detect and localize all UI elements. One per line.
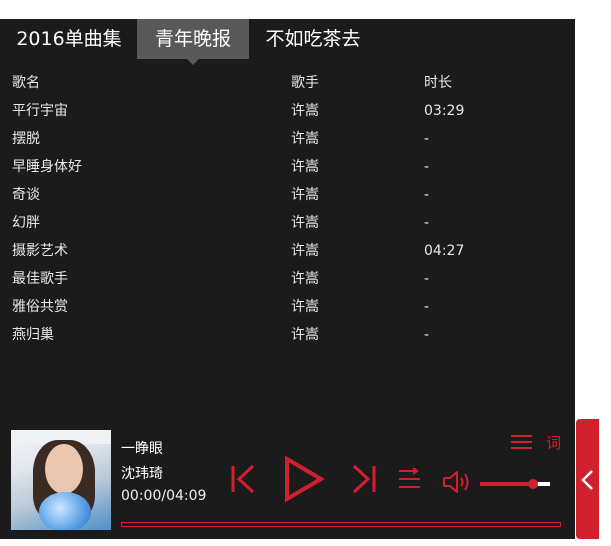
song-artist: 许嵩	[291, 215, 319, 231]
song-artist: 许嵩	[291, 271, 319, 287]
table-row[interactable]: 幻胖 许嵩 -	[0, 209, 575, 237]
song-artist: 许嵩	[291, 299, 319, 315]
playlist-icon[interactable]	[511, 434, 532, 450]
tab-label: 青年晚报	[154, 28, 231, 50]
song-artist: 许嵩	[291, 327, 319, 343]
song-name: 最佳歌手	[12, 271, 68, 287]
song-duration: 04:27	[424, 243, 465, 259]
table-row[interactable]: 平行宇宙 许嵩 03:29	[0, 97, 575, 125]
skip-next-icon[interactable]	[351, 464, 377, 494]
collapse-panel-button[interactable]	[576, 419, 599, 539]
play-mode-icon[interactable]	[398, 468, 422, 490]
table-row[interactable]: 最佳歌手 许嵩 -	[0, 265, 575, 293]
song-duration: 03:29	[424, 103, 465, 119]
tab-qingnian[interactable]: 青年晚报	[137, 19, 249, 65]
track-time: 00:00/04:09	[121, 488, 207, 504]
cover-face	[45, 444, 83, 494]
song-name: 雅俗共赏	[12, 299, 68, 315]
song-artist: 许嵩	[291, 187, 319, 203]
table-row[interactable]: 雅俗共赏 许嵩 -	[0, 293, 575, 321]
skip-previous-icon[interactable]	[230, 464, 256, 494]
header-artist: 歌手	[291, 75, 319, 91]
table-header: 歌名 歌手 时长	[0, 69, 575, 97]
song-duration: -	[424, 327, 430, 343]
progress-bar[interactable]	[121, 522, 561, 527]
tab-label: 2016单曲集	[16, 28, 122, 50]
volume-knob[interactable]	[527, 479, 538, 489]
table-row[interactable]: 早睡身体好 许嵩 -	[0, 153, 575, 181]
song-duration: -	[424, 271, 430, 287]
song-artist: 许嵩	[291, 103, 319, 119]
song-name: 奇谈	[12, 187, 40, 203]
song-duration: -	[424, 187, 430, 203]
play-icon[interactable]	[283, 456, 325, 502]
song-name: 燕归巢	[12, 327, 54, 343]
song-artist: 许嵩	[291, 243, 319, 259]
song-duration: -	[424, 159, 430, 175]
tab-2016[interactable]: 2016单曲集	[8, 19, 130, 59]
table-row[interactable]: 燕归巢 许嵩 -	[0, 321, 575, 349]
active-tab-caret	[187, 59, 199, 65]
song-table: 歌名 歌手 时长 平行宇宙 许嵩 03:29 摆脱 许嵩 - 早睡身体好 许嵩 …	[0, 69, 575, 349]
volume-icon[interactable]	[442, 470, 472, 494]
header-name: 歌名	[12, 75, 40, 91]
cover-orb	[39, 492, 91, 530]
header-duration: 时长	[424, 75, 452, 91]
song-name: 幻胖	[12, 215, 40, 231]
song-duration: -	[424, 131, 430, 147]
volume-slider[interactable]	[480, 479, 550, 489]
music-player: 2016单曲集 青年晚报 不如吃茶去 歌名 歌手 时长 平行宇宙 许嵩 03:2…	[0, 19, 575, 539]
song-name: 早睡身体好	[12, 159, 82, 175]
volume-fill	[480, 482, 533, 486]
track-title: 一睁眼	[121, 441, 163, 457]
chevron-left-icon	[581, 470, 593, 490]
song-name: 摄影艺术	[12, 243, 68, 259]
song-duration: -	[424, 299, 430, 315]
album-tabs: 2016单曲集 青年晚报 不如吃茶去	[0, 19, 575, 65]
song-name: 平行宇宙	[12, 103, 68, 119]
tab-buruchicha[interactable]: 不如吃茶去	[256, 19, 370, 59]
album-cover	[11, 430, 111, 530]
table-row[interactable]: 摆脱 许嵩 -	[0, 125, 575, 153]
song-duration: -	[424, 215, 430, 231]
table-row[interactable]: 摄影艺术 许嵩 04:27	[0, 237, 575, 265]
song-artist: 许嵩	[291, 159, 319, 175]
table-row[interactable]: 奇谈 许嵩 -	[0, 181, 575, 209]
lyrics-button[interactable]: 词	[546, 432, 561, 453]
player-controls-bar: 一睁眼 沈玮琦 00:00/04:09 词	[0, 424, 575, 539]
track-artist: 沈玮琦	[121, 466, 163, 482]
song-artist: 许嵩	[291, 131, 319, 147]
tab-label: 不如吃茶去	[265, 28, 361, 50]
song-name: 摆脱	[12, 131, 40, 147]
